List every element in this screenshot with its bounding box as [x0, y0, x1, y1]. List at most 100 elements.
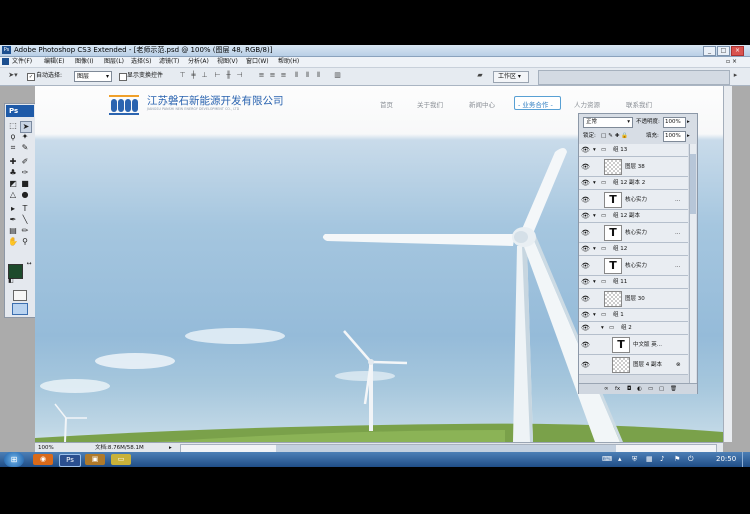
new-layer-icon[interactable]: ▢: [659, 385, 664, 393]
maximize-button[interactable]: □: [717, 46, 730, 56]
opacity-input[interactable]: 100%: [663, 117, 686, 128]
layer-row[interactable]: 👁 ▾ ▭ 组 12 副本: [579, 210, 688, 223]
security-icon[interactable]: ⛨: [632, 455, 637, 464]
layer-row[interactable]: 👁 ▾ ▭ 组 13: [579, 144, 688, 157]
layer-style-icon[interactable]: fx: [615, 385, 620, 393]
dodge-tool-icon[interactable]: ●: [20, 190, 30, 200]
auto-select-checkbox[interactable]: ✓: [27, 73, 35, 81]
swap-colors-icon[interactable]: ↔: [24, 259, 34, 269]
menu-help[interactable]: 帮助(H): [278, 57, 299, 67]
lock-options-icon[interactable]: □✎✚🔒: [601, 132, 630, 140]
zoom-tool-icon[interactable]: ⚲: [20, 237, 30, 247]
opacity-arrow-icon[interactable]: ▸: [687, 118, 690, 126]
layer-row[interactable]: 👁 T 核心实力 ...: [579, 223, 688, 243]
app-taskbar-icon[interactable]: ▣: [85, 454, 105, 465]
type-tool-icon[interactable]: T: [20, 204, 30, 214]
menu-window[interactable]: 窗口(W): [246, 57, 269, 67]
distribute-vcenter-icon[interactable]: ≡: [268, 71, 277, 80]
line-tool-icon[interactable]: ╲: [20, 215, 30, 225]
notes-tool-icon[interactable]: ▤: [8, 226, 18, 236]
restore-doc-icon[interactable]: ▫ ×: [726, 57, 737, 67]
minimize-button[interactable]: _: [703, 46, 716, 56]
layer-row[interactable]: 👁 图层 30: [579, 289, 688, 309]
workspace-menu[interactable]: 工作区 ▾: [493, 71, 529, 83]
show-desktop-button[interactable]: [742, 452, 750, 467]
layers-scrollbar[interactable]: [689, 144, 696, 383]
eye-icon[interactable]: 👁: [581, 295, 590, 303]
menu-analysis[interactable]: 分析(A): [188, 57, 209, 67]
layer-row[interactable]: 👁 ▾ ▭ 组 2: [579, 322, 688, 335]
clock[interactable]: 20:50: [716, 455, 736, 463]
menu-edit[interactable]: 编辑(E): [44, 57, 64, 67]
clone-stamp-tool-icon[interactable]: ♣: [8, 168, 18, 178]
eye-icon[interactable]: 👁: [581, 196, 590, 204]
path-selection-tool-icon[interactable]: ▸: [8, 204, 18, 214]
start-button[interactable]: ⊞: [4, 452, 24, 467]
menu-view[interactable]: 视图(V): [217, 57, 238, 67]
expand-arrow-icon[interactable]: ▾: [593, 212, 596, 220]
tray-arrow-icon[interactable]: ▴: [618, 455, 622, 463]
eye-icon[interactable]: 👁: [581, 179, 590, 187]
distribute-bottom-icon[interactable]: ≡: [279, 71, 288, 80]
eye-icon[interactable]: 👁: [581, 163, 590, 171]
history-brush-tool-icon[interactable]: ✑: [20, 168, 30, 178]
trash-icon[interactable]: 🗑: [670, 385, 677, 393]
close-button[interactable]: ×: [731, 46, 744, 56]
eye-icon[interactable]: 👁: [581, 146, 590, 154]
eye-icon[interactable]: 👁: [581, 361, 590, 369]
show-transform-checkbox[interactable]: [119, 73, 127, 81]
screen-mode-icon[interactable]: [12, 303, 28, 315]
layer-row[interactable]: 👁 T 核心实力 ...: [579, 256, 688, 276]
expand-arrow-icon[interactable]: ▾: [593, 179, 596, 187]
expand-arrow-icon[interactable]: ▾: [601, 324, 604, 332]
zoom-level[interactable]: 100%: [38, 444, 54, 452]
pen-tool-icon[interactable]: ✒: [8, 215, 18, 225]
hand-tool-icon[interactable]: ✋: [8, 237, 18, 247]
distribute-left-icon[interactable]: ⦀: [292, 71, 301, 80]
distribute-right-icon[interactable]: ⦀: [314, 71, 323, 80]
layer-row[interactable]: 👁 图层 38: [579, 157, 688, 177]
layer-row[interactable]: 👁 T 核心实力 ...: [579, 190, 688, 210]
eye-icon[interactable]: 👁: [581, 278, 590, 286]
move-tool-preset-icon[interactable]: ➤▾: [5, 71, 21, 80]
power-icon[interactable]: ⏻: [688, 455, 694, 464]
align-left-icon[interactable]: ⊢: [213, 71, 222, 80]
menu-image[interactable]: 图像(I): [75, 57, 93, 67]
align-top-icon[interactable]: ⊤: [178, 71, 187, 80]
layer-row[interactable]: 👁 T 中文版 英...: [579, 335, 688, 355]
layer-row[interactable]: 👁 ▾ ▭ 组 11: [579, 276, 688, 289]
new-group-icon[interactable]: ▭: [648, 385, 653, 393]
keyboard-icon[interactable]: ⌨: [602, 455, 612, 463]
distribute-top-icon[interactable]: ≡: [257, 71, 266, 80]
menu-file[interactable]: 文件(F): [12, 57, 32, 67]
fill-input[interactable]: 100%: [663, 131, 686, 142]
menu-select[interactable]: 选择(S): [131, 57, 152, 67]
folder-taskbar-icon[interactable]: ▭: [111, 454, 131, 465]
expand-arrow-icon[interactable]: ▾: [593, 245, 596, 253]
eye-icon[interactable]: 👁: [581, 212, 590, 220]
align-bottom-icon[interactable]: ⊥: [200, 71, 209, 80]
expand-arrow-icon[interactable]: ▾: [593, 311, 596, 319]
layer-row[interactable]: 👁 ▾ ▭ 组 1: [579, 309, 688, 322]
eye-icon[interactable]: 👁: [581, 341, 590, 349]
palette-well-arrow-icon[interactable]: ▸: [731, 71, 740, 80]
align-vcenter-icon[interactable]: ╪: [189, 71, 198, 80]
crop-tool-icon[interactable]: ⌗: [8, 143, 18, 153]
status-menu-arrow-icon[interactable]: ▸: [169, 444, 172, 452]
align-hcenter-icon[interactable]: ╫: [224, 71, 233, 80]
distribute-hcenter-icon[interactable]: ⦀: [303, 71, 312, 80]
default-colors-icon[interactable]: ◧: [6, 276, 16, 286]
scroll-thumb[interactable]: [276, 445, 616, 452]
eye-icon[interactable]: 👁: [581, 262, 590, 270]
auto-select-dropdown[interactable]: 图层 ▾: [74, 71, 112, 82]
magic-wand-tool-icon[interactable]: ✦: [20, 132, 30, 142]
volume-icon[interactable]: ♪: [660, 455, 664, 463]
photoshop-taskbar-icon[interactable]: Ps: [59, 454, 81, 467]
link-layers-icon[interactable]: ∞: [604, 385, 609, 393]
slice-tool-icon[interactable]: ✎: [20, 143, 30, 153]
expand-arrow-icon[interactable]: ▾: [593, 146, 596, 154]
brush-tool-icon[interactable]: ✐: [20, 157, 30, 167]
expand-arrow-icon[interactable]: ▾: [593, 278, 596, 286]
layer-row[interactable]: 👁 ▾ ▭ 组 12: [579, 243, 688, 256]
blur-tool-icon[interactable]: △: [8, 190, 18, 200]
